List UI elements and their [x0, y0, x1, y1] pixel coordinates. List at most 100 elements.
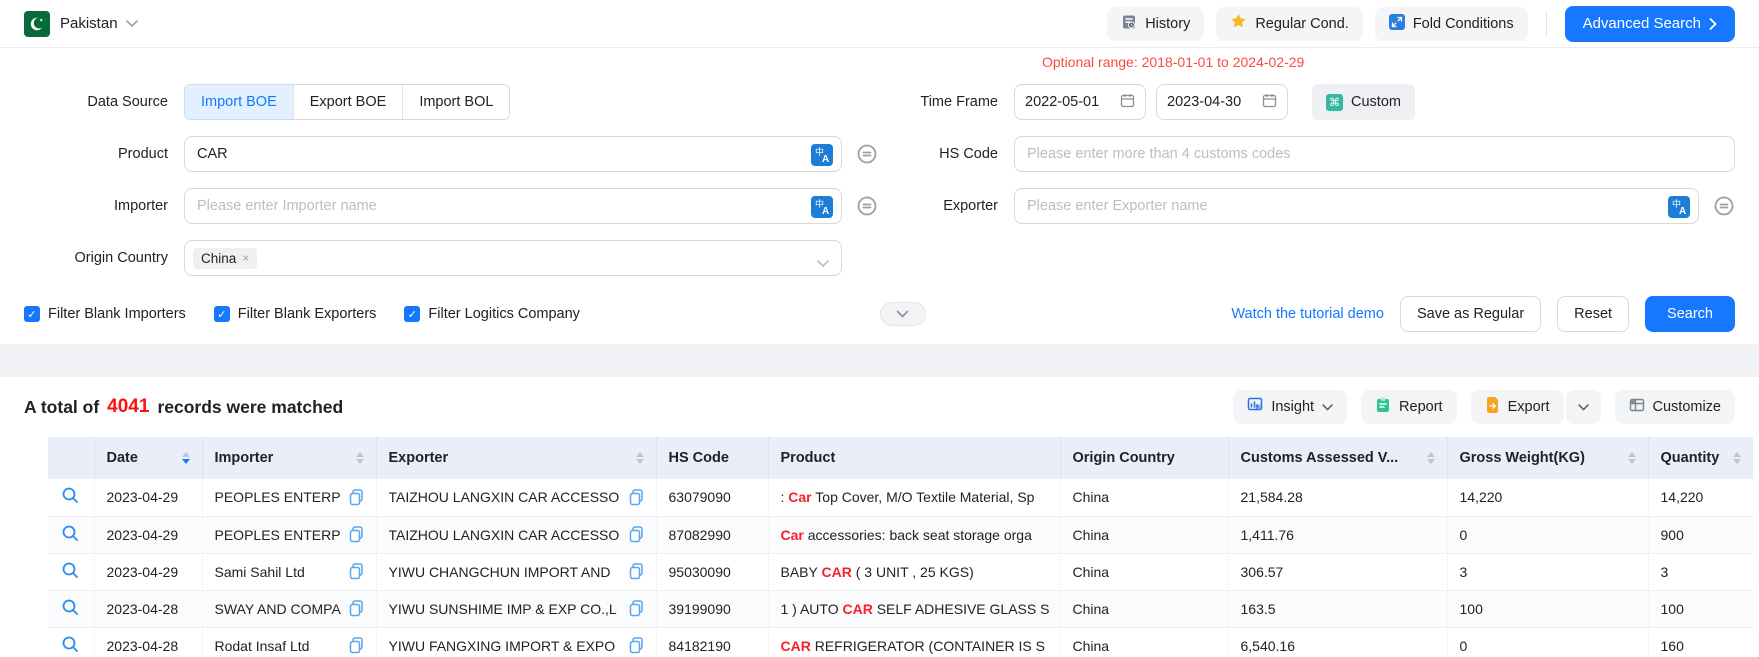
column-header-gross[interactable]: Gross Weight(KG) — [1447, 437, 1648, 479]
table-row: 2023-04-29PEOPLES ENTERPRTAIZHOU LANGXIN… — [48, 479, 1753, 516]
svg-text:A: A — [822, 206, 829, 217]
copy-icon[interactable] — [629, 600, 644, 617]
copy-icon[interactable] — [349, 563, 364, 580]
customize-button[interactable]: Customize — [1615, 390, 1736, 424]
checkbox-icon[interactable]: ✓ — [404, 306, 420, 322]
magnifier-icon[interactable] — [61, 567, 80, 583]
cell-importer[interactable]: Sami Sahil Ltd — [202, 553, 376, 590]
checkbox-label: Filter Blank Exporters — [238, 306, 377, 322]
export-button[interactable]: Export — [1471, 390, 1564, 424]
copy-icon[interactable] — [349, 489, 364, 506]
collapse-conditions-button[interactable] — [880, 302, 926, 326]
export-dropdown-button[interactable] — [1566, 390, 1601, 424]
cell-importer-text[interactable]: PEOPLES ENTERPR — [215, 489, 341, 505]
fold-conditions-button[interactable]: Fold Conditions — [1375, 7, 1528, 41]
magnifier-icon[interactable] — [61, 530, 80, 546]
report-button[interactable]: Report — [1361, 390, 1457, 424]
copy-icon[interactable] — [349, 600, 364, 617]
cell-exporter[interactable]: YIWU CHANGCHUN IMPORT AND — [376, 553, 656, 590]
cell-exporter[interactable]: TAIZHOU LANGXIN CAR ACCESSO — [376, 516, 656, 553]
cell-exporter-text[interactable]: YIWU FANGXING IMPORT & EXPO — [389, 638, 621, 654]
match-mode-icon[interactable] — [856, 143, 878, 165]
checkbox-filter-blank-importers[interactable]: ✓Filter Blank Importers — [24, 306, 186, 322]
row-detail-button[interactable] — [48, 479, 94, 516]
cell-exporter[interactable]: YIWU FANGXING IMPORT & EXPO — [376, 627, 656, 657]
cell-exporter-text[interactable]: TAIZHOU LANGXIN CAR ACCESSO — [389, 527, 621, 543]
remove-tag-icon[interactable]: × — [242, 251, 249, 265]
data-source-option-export-boe[interactable]: Export BOE — [293, 85, 403, 119]
sort-arrows-icon[interactable] — [1628, 452, 1636, 464]
cell-importer[interactable]: PEOPLES ENTERPR — [202, 516, 376, 553]
cell-importer-text[interactable]: SWAY AND COMPA — [215, 601, 341, 617]
match-mode-icon[interactable] — [1713, 195, 1735, 217]
translate-icon[interactable]: 中A — [1668, 196, 1690, 222]
cell-date: 2023-04-28 — [94, 627, 202, 657]
cell-importer-text[interactable]: PEOPLES ENTERPR — [215, 527, 341, 543]
row-detail-button[interactable] — [48, 590, 94, 627]
translate-icon[interactable]: 中A — [811, 144, 833, 170]
row-detail-button[interactable] — [48, 516, 94, 553]
data-source-option-import-bol[interactable]: Import BOL — [402, 85, 509, 119]
country-selector-label[interactable]: Pakistan — [60, 15, 118, 32]
data-source-option-import-boe[interactable]: Import BOE — [185, 85, 293, 119]
regular-cond-button[interactable]: Regular Cond. — [1216, 7, 1363, 41]
copy-icon[interactable] — [629, 563, 644, 580]
importer-input[interactable]: Please enter Importer name 中A — [184, 188, 842, 224]
column-header-importer[interactable]: Importer — [202, 437, 376, 479]
magnifier-icon[interactable] — [61, 641, 80, 657]
column-header-date[interactable]: Date — [94, 437, 202, 479]
copy-icon[interactable] — [629, 526, 644, 543]
checkbox-filter-logitics-company[interactable]: ✓Filter Logitics Company — [404, 306, 580, 322]
advanced-search-button[interactable]: Advanced Search — [1565, 6, 1735, 42]
table-row: 2023-04-28SWAY AND COMPAYIWU SUNSHIME IM… — [48, 590, 1753, 627]
search-button[interactable]: Search — [1645, 296, 1735, 332]
start-date-input[interactable]: 2022-05-01 — [1014, 84, 1146, 120]
insight-button[interactable]: BI Insight — [1233, 390, 1347, 424]
tutorial-demo-link[interactable]: Watch the tutorial demo — [1231, 306, 1384, 322]
cell-importer-text[interactable]: Sami Sahil Ltd — [215, 564, 341, 580]
row-detail-button[interactable] — [48, 553, 94, 590]
checkbox-filter-blank-exporters[interactable]: ✓ Filter Blank Exporters — [214, 306, 377, 322]
translate-icon[interactable]: 中A — [811, 196, 833, 222]
save-as-regular-button[interactable]: Save as Regular — [1400, 296, 1541, 332]
sort-arrows-icon[interactable] — [182, 452, 190, 464]
sort-arrows-icon[interactable] — [1733, 452, 1741, 464]
custom-range-button[interactable]: ⌘ Custom — [1312, 84, 1415, 120]
cell-importer[interactable]: PEOPLES ENTERPR — [202, 479, 376, 516]
fold-conditions-label: Fold Conditions — [1413, 16, 1514, 32]
magnifier-icon[interactable] — [61, 492, 80, 508]
reset-button[interactable]: Reset — [1557, 296, 1629, 332]
origin-country-select[interactable]: China × — [184, 240, 842, 276]
copy-icon[interactable] — [349, 637, 364, 654]
match-mode-icon[interactable] — [856, 195, 878, 217]
copy-icon[interactable] — [629, 637, 644, 654]
sort-arrows-icon[interactable] — [1427, 452, 1435, 464]
product-input[interactable]: CAR 中A — [184, 136, 842, 172]
end-date-input[interactable]: 2023-04-30 — [1156, 84, 1288, 120]
checkbox-icon[interactable]: ✓ — [24, 306, 40, 322]
history-button[interactable]: History — [1107, 7, 1204, 41]
cell-exporter-text[interactable]: TAIZHOU LANGXIN CAR ACCESSO — [389, 489, 621, 505]
checkbox-icon[interactable]: ✓ — [214, 306, 230, 322]
column-header-exporter[interactable]: Exporter — [376, 437, 656, 479]
hs-code-input[interactable]: Please enter more than 4 customs codes — [1014, 136, 1735, 172]
column-header-customs[interactable]: Customs Assessed V... — [1228, 437, 1447, 479]
cell-exporter[interactable]: YIWU SUNSHIME IMP & EXP CO.,L — [376, 590, 656, 627]
cell-exporter[interactable]: TAIZHOU LANGXIN CAR ACCESSO — [376, 479, 656, 516]
copy-icon[interactable] — [349, 526, 364, 543]
cell-exporter-text[interactable]: YIWU SUNSHIME IMP & EXP CO.,L — [389, 601, 621, 617]
cell-importer[interactable]: SWAY AND COMPA — [202, 590, 376, 627]
exporter-input[interactable]: Please enter Exporter name 中A — [1014, 188, 1699, 224]
cell-importer[interactable]: Rodat Insaf Ltd — [202, 627, 376, 657]
row-detail-button[interactable] — [48, 627, 94, 657]
sort-arrows-icon[interactable] — [356, 452, 364, 464]
cell-exporter-text[interactable]: YIWU CHANGCHUN IMPORT AND — [389, 564, 621, 580]
cell-quantity: 3 — [1648, 553, 1753, 590]
copy-icon[interactable] — [629, 489, 644, 506]
table-row: 2023-04-29Sami Sahil LtdYIWU CHANGCHUN I… — [48, 553, 1753, 590]
sort-arrows-icon[interactable] — [636, 452, 644, 464]
chevron-down-icon[interactable] — [126, 15, 138, 33]
magnifier-icon[interactable] — [61, 604, 80, 620]
column-header-quantity[interactable]: Quantity — [1648, 437, 1753, 479]
cell-importer-text[interactable]: Rodat Insaf Ltd — [215, 638, 341, 654]
